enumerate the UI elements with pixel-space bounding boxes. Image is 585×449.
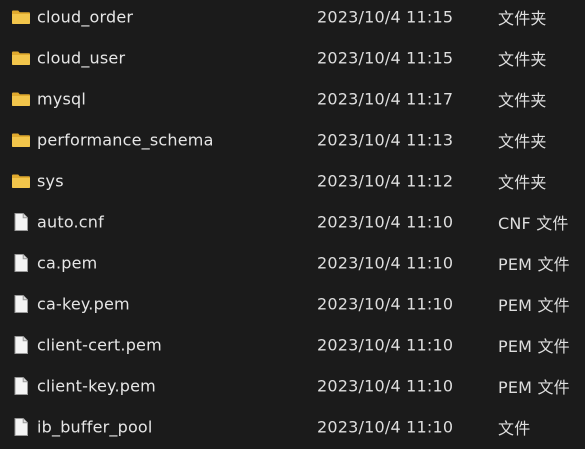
modified-date: 2023/10/4 11:15	[317, 48, 454, 68]
file-type: CNF 文件	[498, 214, 569, 233]
folder-icon	[12, 174, 30, 188]
modified-date: 2023/10/4 11:13	[317, 130, 454, 150]
modified-date: 2023/10/4 11:12	[317, 171, 454, 191]
file-row[interactable]: ca-key.pem 2023/10/4 11:10 PEM 文件	[0, 285, 585, 323]
file-type: 文件	[498, 419, 531, 438]
file-icon	[14, 295, 28, 313]
file-row[interactable]: client-key.pem 2023/10/4 11:10 PEM 文件	[0, 367, 585, 405]
file-type: 文件夹	[498, 173, 547, 192]
file-list: cloud_order 2023/10/4 11:15 文件夹 cloud_us…	[0, 0, 585, 449]
file-name: performance_schema	[37, 130, 214, 150]
modified-date: 2023/10/4 11:10	[317, 335, 454, 355]
file-row[interactable]: performance_schema 2023/10/4 11:13 文件夹	[0, 121, 585, 159]
file-type: 文件夹	[498, 132, 547, 151]
file-name: ca-key.pem	[37, 294, 130, 314]
file-type: 文件夹	[498, 50, 547, 69]
folder-icon	[12, 10, 30, 24]
folder-icon	[12, 51, 30, 65]
modified-date: 2023/10/4 11:10	[317, 253, 454, 273]
modified-date: 2023/10/4 11:17	[317, 89, 454, 109]
file-row[interactable]: ca.pem 2023/10/4 11:10 PEM 文件	[0, 244, 585, 282]
file-row[interactable]: mysql 2023/10/4 11:17 文件夹	[0, 80, 585, 118]
file-name: sys	[37, 171, 64, 191]
modified-date: 2023/10/4 11:15	[317, 7, 454, 27]
file-type: 文件夹	[498, 9, 547, 28]
file-icon	[14, 254, 28, 272]
file-row[interactable]: ib_buffer_pool 2023/10/4 11:10 文件	[0, 408, 585, 446]
file-type: PEM 文件	[498, 255, 570, 274]
modified-date: 2023/10/4 11:10	[317, 417, 454, 437]
file-name: ib_buffer_pool	[37, 417, 153, 437]
file-name: client-cert.pem	[37, 335, 162, 355]
file-name: mysql	[37, 89, 86, 109]
folder-icon	[12, 133, 30, 147]
file-icon	[14, 213, 28, 231]
file-icon	[14, 418, 28, 436]
file-icon	[14, 336, 28, 354]
folder-icon	[12, 92, 30, 106]
file-type: PEM 文件	[498, 337, 570, 356]
file-row[interactable]: client-cert.pem 2023/10/4 11:10 PEM 文件	[0, 326, 585, 364]
file-icon	[14, 377, 28, 395]
file-name: client-key.pem	[37, 376, 156, 396]
file-row[interactable]: cloud_user 2023/10/4 11:15 文件夹	[0, 39, 585, 77]
file-row[interactable]: sys 2023/10/4 11:12 文件夹	[0, 162, 585, 200]
file-name: auto.cnf	[37, 212, 104, 232]
file-name: cloud_user	[37, 48, 126, 68]
modified-date: 2023/10/4 11:10	[317, 212, 454, 232]
file-row[interactable]: cloud_order 2023/10/4 11:15 文件夹	[0, 0, 585, 36]
file-type: PEM 文件	[498, 378, 570, 397]
modified-date: 2023/10/4 11:10	[317, 376, 454, 396]
file-type: 文件夹	[498, 91, 547, 110]
file-name: cloud_order	[37, 7, 134, 27]
file-name: ca.pem	[37, 253, 98, 273]
modified-date: 2023/10/4 11:10	[317, 294, 454, 314]
file-type: PEM 文件	[498, 296, 570, 315]
file-row[interactable]: auto.cnf 2023/10/4 11:10 CNF 文件	[0, 203, 585, 241]
